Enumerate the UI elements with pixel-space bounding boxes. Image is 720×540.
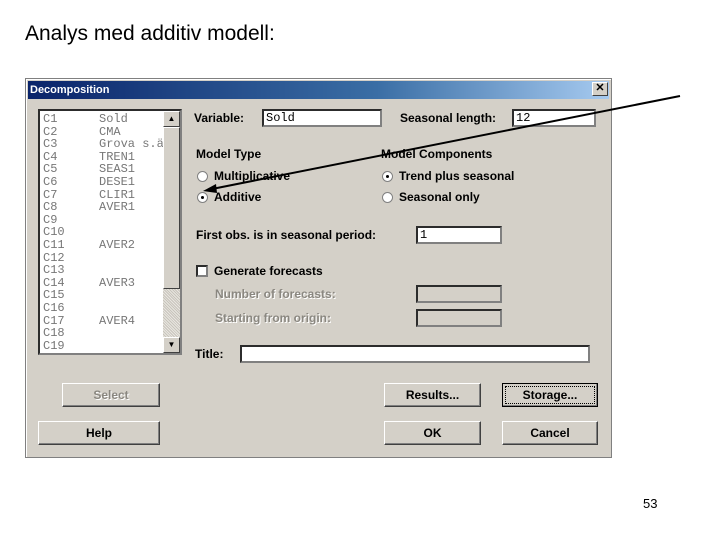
arrow-head-icon	[203, 184, 217, 193]
arrow-line	[211, 95, 681, 190]
page-number: 53	[643, 496, 658, 511]
annotation-arrow	[203, 95, 681, 193]
